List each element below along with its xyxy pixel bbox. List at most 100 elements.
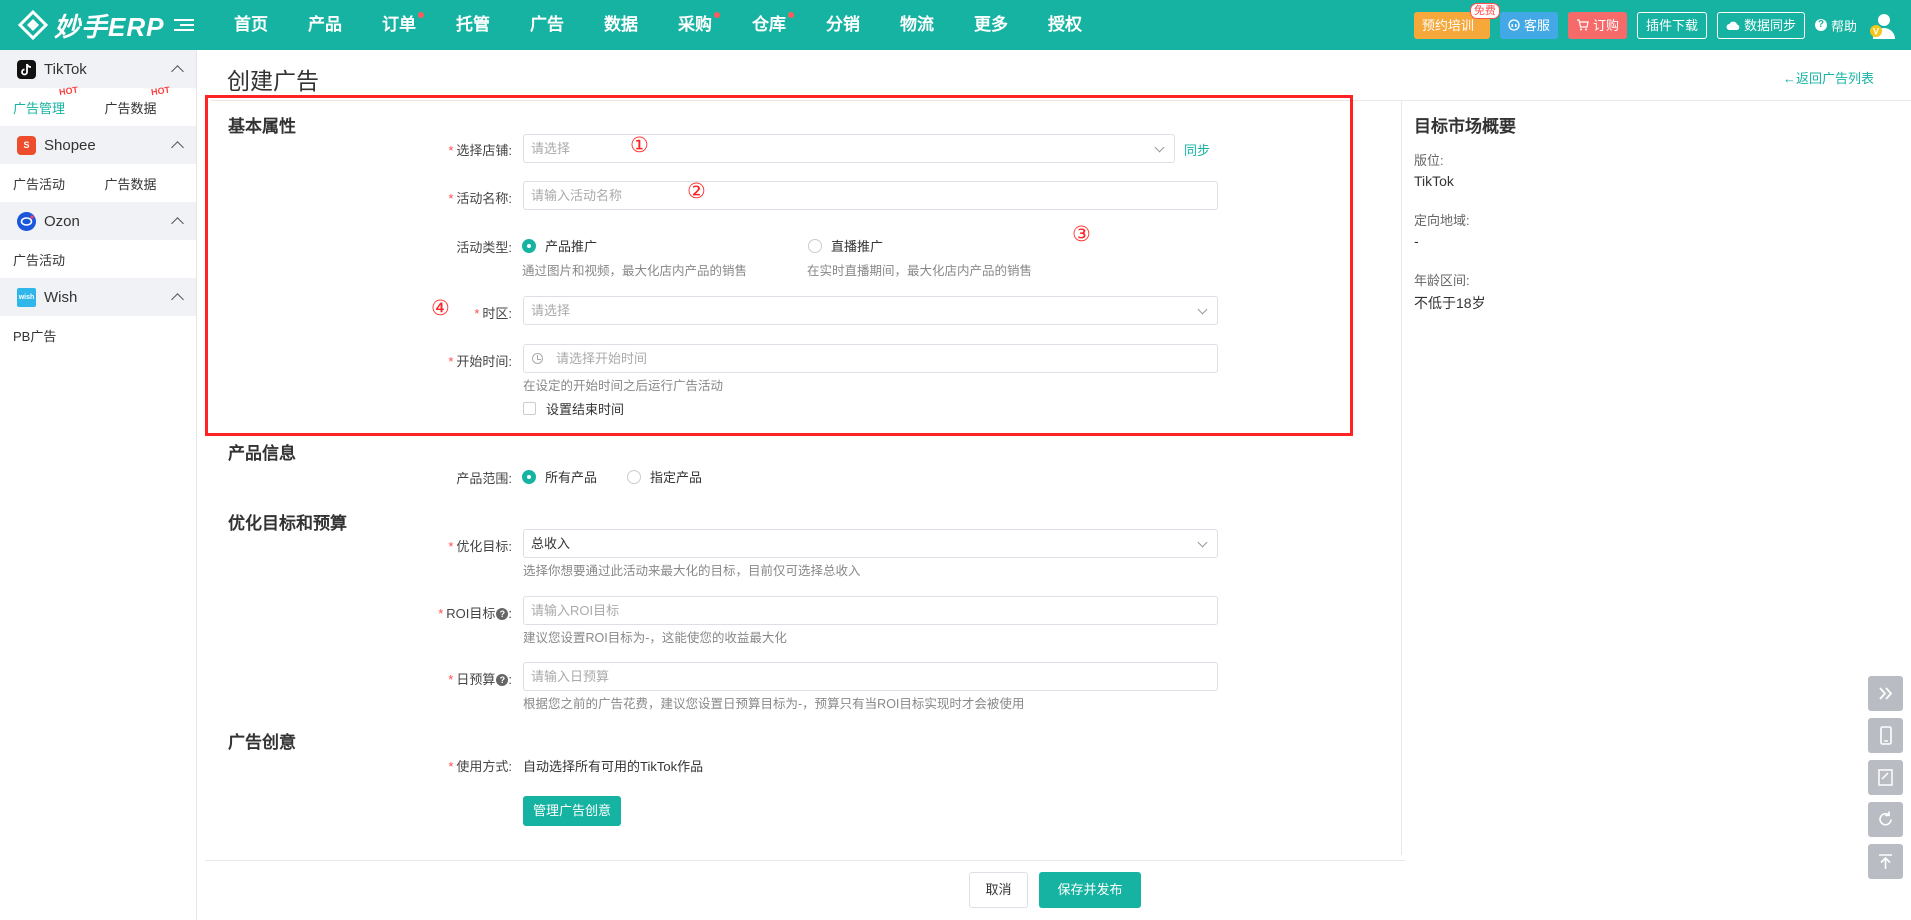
nav-product[interactable]: 产品 [288,0,362,50]
manage-creative-button[interactable]: 管理广告创意 [523,796,621,826]
logo-icon [18,10,48,40]
chevron-down-icon [1197,537,1208,548]
cloud-icon [1726,21,1740,30]
nav-more[interactable]: 更多 [954,0,1028,50]
help-link[interactable]: ? 帮助 [1814,16,1857,35]
sync-shop-link[interactable]: 同步 [1184,140,1210,159]
chevron-down-icon [1154,142,1165,153]
mobile-button[interactable] [1868,718,1903,753]
region-value: - [1414,233,1419,249]
radio-unchecked-icon [808,238,822,253]
nav-ads[interactable]: 广告 [510,0,584,50]
nav-distribution[interactable]: 分销 [806,0,880,50]
section-title-product: 产品信息 [228,444,296,463]
timezone-select[interactable]: 请选择 [523,296,1218,325]
all-products-radio[interactable]: 所有产品 [522,467,597,486]
type-product-label: 产品推广 [545,239,598,254]
refresh-icon [1879,811,1892,826]
radio-unchecked-icon [627,469,641,484]
sidebar-group-label: Wish [44,288,78,306]
sidebar-head-shopee[interactable]: S Shopee [0,126,196,164]
ozon-icon [17,211,36,231]
order-label: 订购 [1592,17,1619,33]
goal-label: * 优化目标: [448,539,512,554]
order-button[interactable]: 订购 [1567,11,1627,39]
sidebar-head-tiktok[interactable]: TikTok [0,50,196,88]
sidebar-head-ozon[interactable]: Ozon [0,202,196,240]
edit-box-icon [1878,769,1893,786]
usage-mode-value: 自动选择所有可用的TikTok作品 [523,759,704,774]
age-label: 年龄区间: [1414,273,1470,288]
roi-hint: 建议您设置ROI目标为-，这能使您的收益最大化 [523,631,787,645]
question-icon[interactable]: ? [496,674,509,686]
nav-warehouse[interactable]: 仓库 [732,0,806,50]
collapse-button[interactable] [1868,676,1903,711]
product-range-label: 产品范围: [456,471,512,486]
age-value: 不低于18岁 [1414,295,1486,311]
radio-checked-icon [522,238,536,253]
budget-hint: 根据您之前的广告花费，建议您设置日预算目标为-，预算只有当ROI目标实现时才会被… [523,697,1025,711]
type-live-label: 直播推广 [831,239,884,254]
sidebar-group-shopee: S Shopee 广告活动 广告数据 [0,126,196,202]
goal-hint: 选择你想要通过此活动来最大化的目标，目前仅可选择总收入 [523,564,861,578]
type-live-radio[interactable]: 直播推广 [808,236,883,255]
campaign-type-label: 活动类型: [456,240,512,255]
sidebar-head-wish[interactable]: wish Wish [0,278,196,316]
sidebar-group-wish: wish Wish PB广告 [0,278,196,354]
help-label: 帮助 [1830,18,1857,34]
type-product-hint: 通过图片和视频，最大化店内产品的销售 [522,264,748,278]
training-button[interactable]: 预约培训 免费 [1413,2,1500,39]
sidebar-group-label: Ozon [44,212,80,230]
logo[interactable]: 妙手ERP [0,0,170,50]
main-nav: 首页 产品 订单 托管 广告 数据 采购 仓库 分销 物流 更多 授权 [214,0,1102,50]
sidebar-item-ad-management[interactable]: 广告管理 HOT [13,84,105,117]
hot-badge: HOT [58,84,79,97]
sidebar-item-pb-ads[interactable]: PB广告 [13,326,105,345]
all-products-label: 所有产品 [545,470,598,485]
start-time-hint: 在设定的开始时间之后运行广告活动 [523,379,724,393]
timezone-label: * 时区: [474,306,512,321]
nav-hosting[interactable]: 托管 [436,0,510,50]
start-time-picker[interactable]: 请选择开始时间 [523,344,1218,373]
campaign-name-input[interactable]: 请输入活动名称 [523,181,1218,210]
end-time-label: 设置结束时间 [546,402,625,417]
top-actions: 预约培训 免费 客服 订购 插件下载 数据同步 ? 帮助 V [1413,0,1897,50]
sidebar-item-shopee-campaigns[interactable]: 广告活动 [13,174,105,193]
chevron-down-icon [1197,304,1208,315]
plugin-download-button[interactable]: 插件下载 [1636,11,1707,39]
start-time-label: * 开始时间: [448,354,512,369]
user-avatar-icon[interactable]: V [1867,10,1897,40]
sidebar-item-shopee-ad-data[interactable]: 广告数据 [105,174,197,193]
data-sync-button[interactable]: 数据同步 [1716,11,1805,39]
specific-products-radio[interactable]: 指定产品 [627,467,702,486]
roi-input[interactable]: 请输入ROI目标 [523,596,1218,625]
campaign-name-label: * 活动名称: [448,191,512,206]
menu-toggle-icon[interactable] [174,19,194,31]
question-icon[interactable]: ? [496,608,509,620]
save-publish-button[interactable]: 保存并发布 [1039,872,1141,908]
back-to-ad-list-link[interactable]: ←返回广告列表 [1783,68,1874,87]
feedback-button[interactable] [1868,760,1903,795]
sidebar-item-ozon-campaigns[interactable]: 广告活动 [13,250,105,269]
back-to-top-button[interactable] [1868,844,1903,879]
sidebar-item-ad-data[interactable]: 广告数据 HOT [105,84,197,117]
nav-data[interactable]: 数据 [584,0,658,50]
wish-icon: wish [17,287,36,307]
refresh-button[interactable] [1868,802,1903,837]
cancel-button[interactable]: 取消 [969,872,1028,908]
nav-home[interactable]: 首页 [214,0,288,50]
svg-text:V: V [1873,27,1879,37]
shop-select[interactable]: 请选择 [523,134,1175,163]
nav-authorize[interactable]: 授权 [1028,0,1102,50]
goal-select[interactable]: 总收入 [523,529,1218,558]
type-product-radio[interactable]: 产品推广 [522,236,597,255]
nav-purchase[interactable]: 采购 [658,0,732,50]
daily-budget-input[interactable]: 请输入日预算 [523,662,1218,691]
nav-order[interactable]: 订单 [362,0,436,50]
service-button[interactable]: 客服 [1499,11,1558,39]
double-chevron-right-icon [1879,687,1893,700]
end-time-checkbox[interactable]: 设置结束时间 [523,399,624,418]
shopee-icon: S [17,135,36,155]
free-badge: 免费 [1469,2,1500,19]
nav-logistics[interactable]: 物流 [880,0,954,50]
